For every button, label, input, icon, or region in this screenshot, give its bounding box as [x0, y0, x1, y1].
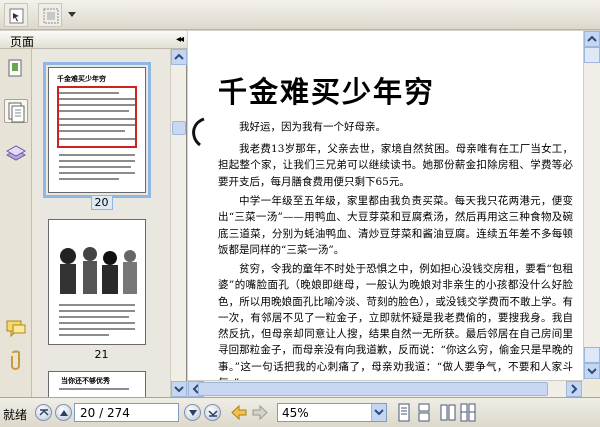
thumbnail-title: 千金难买少年穷 [57, 74, 106, 83]
paragraph-3: 中学一年级至五年级，家里都由我负责买菜。每天我只花两港元，便变出“三菜一汤”——… [218, 195, 573, 256]
zoom-value: 45% [282, 406, 309, 420]
document-view[interactable]: 千金难买少年穷 我好运，因为我有一个好母亲。 我老费13岁那年，父亲去世，家境自… [188, 31, 583, 380]
chevron-down-icon [374, 409, 384, 416]
scrollbar-thumb[interactable] [172, 121, 186, 135]
chevron-right-icon [571, 384, 578, 394]
last-page-button[interactable] [204, 404, 221, 421]
thumbnail-scrollbar[interactable] [170, 49, 187, 397]
paragraph-2: 我老费13岁那年，父亲去世，家境自然贫困。母亲唯有在工厂当女工，担起整个家，让我… [218, 143, 573, 188]
status-bar: 就绪 20 / 274 45% [0, 397, 600, 427]
scroll-up-button[interactable] [171, 49, 187, 65]
first-page-icon [39, 409, 49, 416]
top-toolbar [0, 0, 600, 30]
select-text-icon[interactable] [4, 3, 28, 27]
comments-icon[interactable] [4, 317, 28, 341]
zoom-select[interactable]: 45% [277, 403, 387, 422]
nav-panel-header: 页面 ◂◂ [0, 31, 187, 49]
thumbnail-page-22[interactable]: 当你还不够优秀 [48, 371, 146, 397]
collapse-panel-button[interactable]: ◂◂ [176, 34, 184, 45]
continuous-page-icon[interactable] [416, 403, 432, 422]
page-up-button[interactable] [584, 47, 600, 63]
single-page-icon[interactable] [396, 403, 412, 422]
nav-panel-title: 页面 [10, 35, 35, 49]
chevron-up-icon [174, 53, 184, 60]
page-edge-mark [192, 117, 205, 147]
thumbnail-page-21[interactable] [48, 219, 146, 345]
next-page-button[interactable] [184, 404, 201, 421]
attachments-icon[interactable] [4, 349, 28, 373]
thumbnail-label-20: 20 [33, 195, 170, 210]
zoom-dropdown-button[interactable] [371, 404, 386, 421]
document-title: 千金难买少年穷 [218, 75, 436, 109]
layers-icon[interactable] [4, 141, 28, 165]
chevron-down-icon [587, 368, 597, 375]
last-page-icon [208, 410, 218, 417]
status-text: 就绪 [3, 408, 28, 422]
navigation-panel: 页面 ◂◂ 千金难买少年穷 20 21 当你还不够优秀 [0, 31, 187, 397]
first-page-button[interactable] [35, 404, 52, 421]
scrollbar-thumb[interactable] [198, 382, 548, 396]
paragraph-4: 贫穷，令我的童年不时处于恐惧之中，例如担心没钱交房租，要看“包租婆”的嘴脸面孔（… [218, 263, 573, 380]
thumbnail-page-20[interactable]: 千金难买少年穷 [43, 62, 151, 198]
nav-icon-strip [0, 49, 32, 397]
facing-pages-icon[interactable] [440, 403, 456, 422]
scrollbar-corner [583, 380, 600, 397]
chevron-down-icon [174, 386, 184, 393]
page-number-input[interactable]: 20 / 274 [74, 403, 179, 422]
triangle-down-icon [189, 410, 197, 416]
chevron-up-icon [587, 35, 597, 42]
go-back-icon[interactable] [230, 404, 248, 421]
scroll-right-button[interactable] [566, 381, 582, 397]
pages-icon[interactable] [4, 57, 28, 81]
photo-image [60, 247, 137, 294]
scroll-up-button[interactable] [584, 31, 600, 47]
snapshot-icon[interactable] [38, 3, 62, 27]
scroll-down-button[interactable] [584, 363, 600, 379]
page-down-button[interactable] [584, 347, 600, 363]
scroll-down-button[interactable] [171, 381, 187, 397]
paragraph-1: 我好运，因为我有一个好母亲。 [239, 121, 386, 133]
toolbar-dropdown-icon[interactable] [68, 12, 76, 18]
document-horizontal-scrollbar[interactable] [188, 380, 583, 397]
bookmarks-icon[interactable] [4, 99, 28, 123]
continuous-facing-icon[interactable] [460, 403, 476, 422]
go-forward-icon[interactable] [251, 404, 269, 421]
page-thumbnails: 千金难买少年穷 20 21 当你还不够优秀 [33, 49, 170, 397]
thumbnail-label-21: 21 [94, 348, 109, 361]
previous-page-button[interactable] [55, 404, 72, 421]
triangle-up-icon [60, 410, 68, 416]
thumbnail-title: 当你还不够优秀 [61, 376, 110, 385]
document-vertical-scrollbar[interactable] [583, 31, 600, 380]
